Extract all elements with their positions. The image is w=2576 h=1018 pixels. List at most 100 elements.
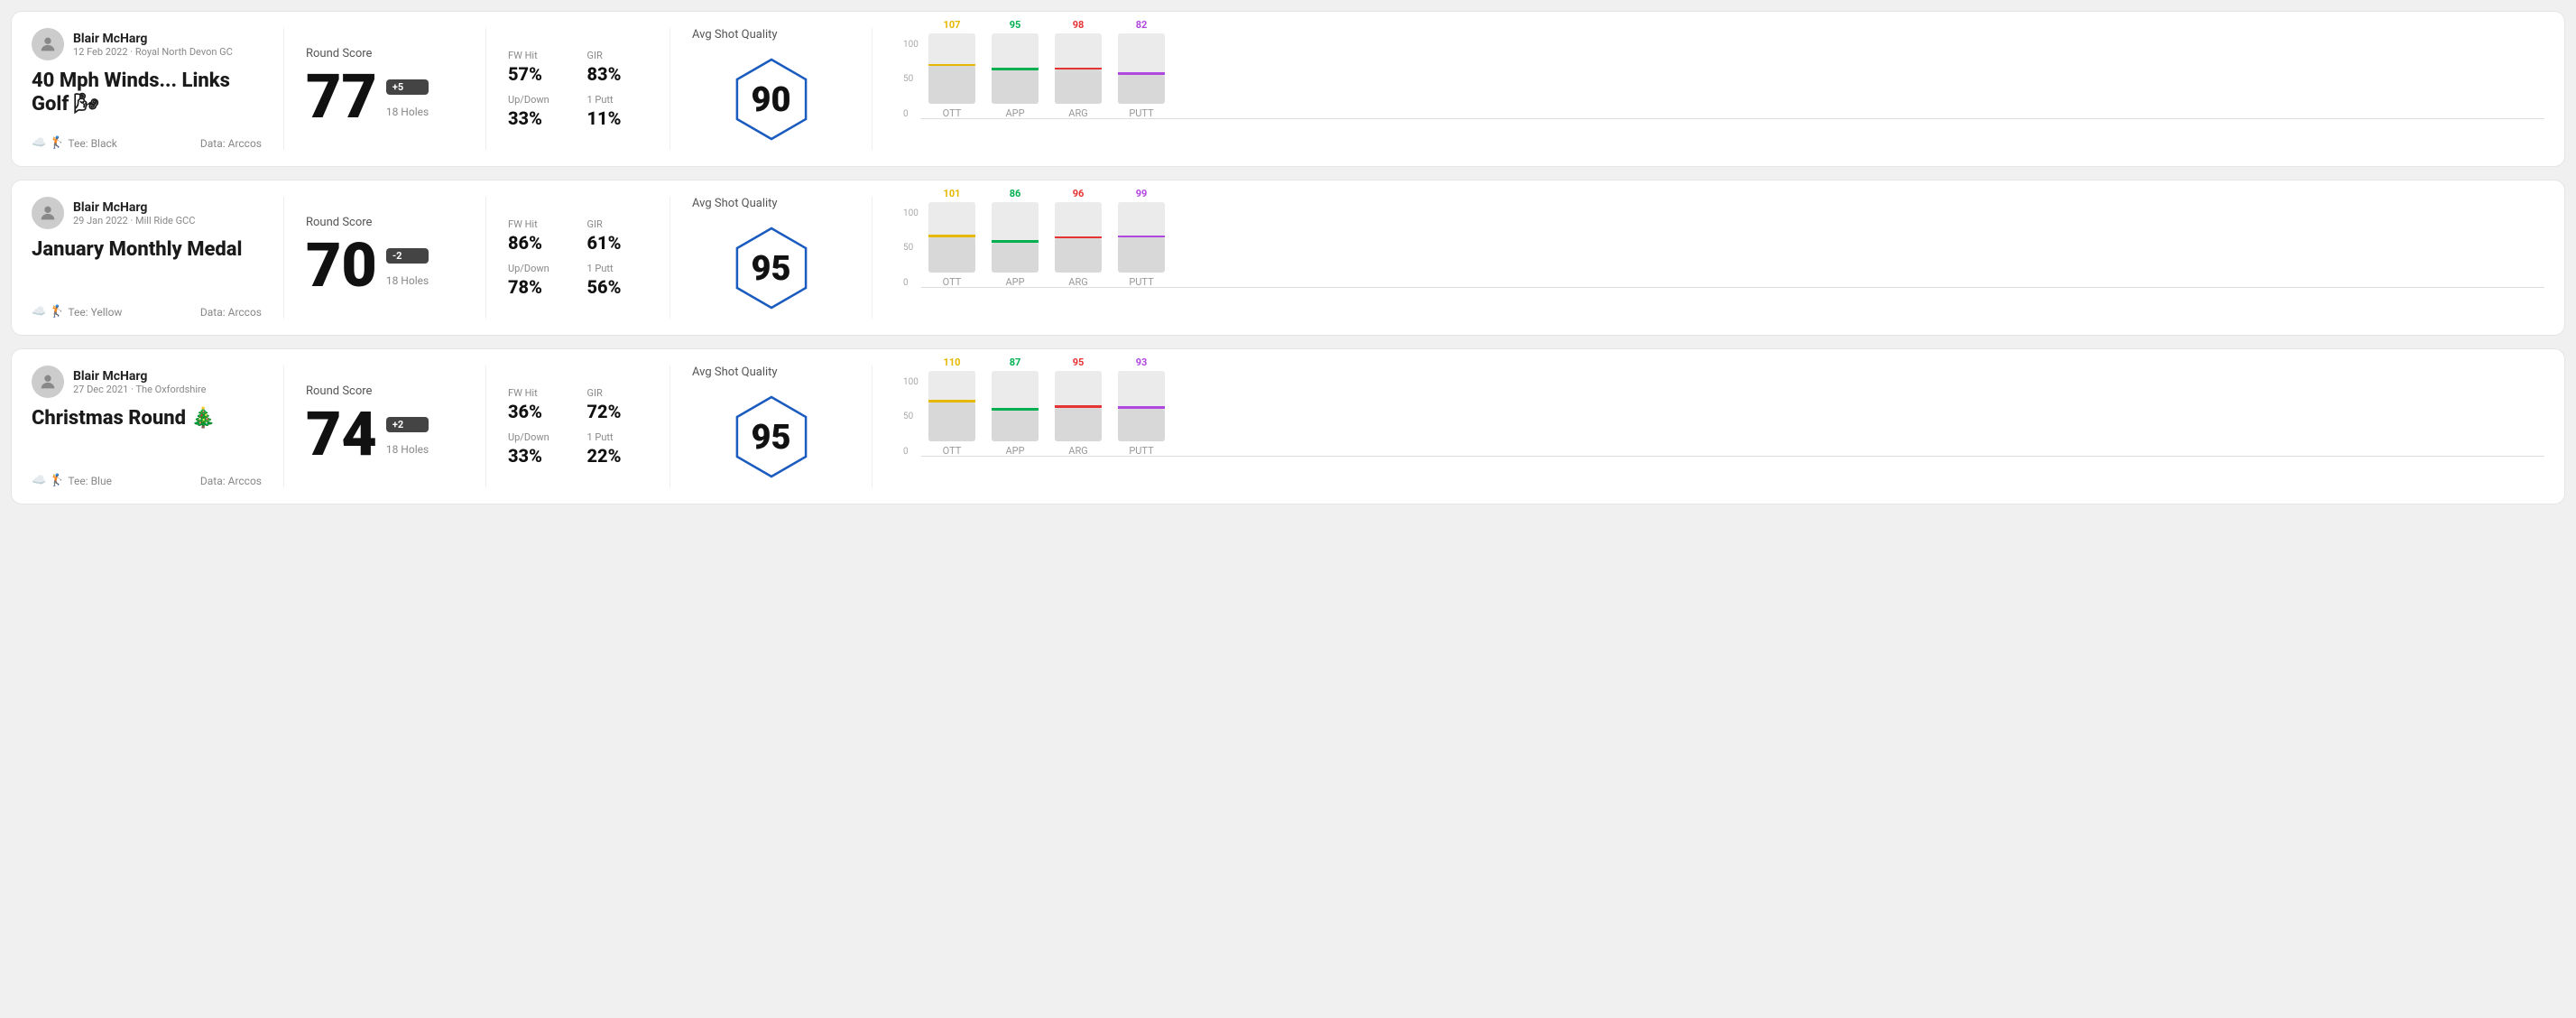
updown-stat: Up/Down 33%: [508, 94, 569, 129]
avatar: [32, 28, 64, 60]
quality-label: Avg Shot Quality: [692, 366, 778, 379]
fw-hit-stat: FW Hit 86%: [508, 218, 569, 254]
updown-label: Up/Down: [508, 431, 569, 443]
hexagon-container: 95: [726, 388, 817, 487]
weather-icon: ☁️: [32, 474, 46, 487]
round-score-label: Round Score: [306, 47, 464, 60]
card-stats: FW Hit 36% GIR 72% Up/Down 33% 1 Putt 22…: [508, 366, 670, 487]
round-card: Blair McHarg 29 Jan 2022 · Mill Ride GCC…: [11, 180, 2565, 336]
quality-score: 95: [751, 418, 790, 458]
round-card: Blair McHarg 12 Feb 2022 · Royal North D…: [11, 11, 2565, 167]
tee-info: ☁️ 🏌 Tee: Black: [32, 136, 117, 150]
round-title: 40 Mph Winds... Links Golf 🌬: [32, 69, 262, 117]
gir-value: 61%: [587, 232, 649, 254]
gir-stat: GIR 83%: [587, 50, 649, 85]
avatar: [32, 366, 64, 398]
gir-value: 72%: [587, 401, 649, 422]
card-footer: ☁️ 🏌 Tee: Yellow Data: Arccos: [32, 305, 262, 319]
weather-icon: ☁️: [32, 136, 46, 150]
score-number: 74: [306, 403, 377, 465]
oneputt-stat: 1 Putt 11%: [587, 94, 649, 129]
card-quality: Avg Shot Quality 95: [692, 197, 873, 319]
data-source: Data: Arccos: [200, 475, 262, 487]
oneputt-stat: 1 Putt 56%: [587, 263, 649, 298]
card-quality: Avg Shot Quality 90: [692, 28, 873, 150]
card-left: Blair McHarg 29 Jan 2022 · Mill Ride GCC…: [32, 197, 284, 319]
updown-stat: Up/Down 33%: [508, 431, 569, 467]
hexagon-container: 90: [726, 51, 817, 150]
gir-label: GIR: [587, 387, 649, 399]
card-stats: FW Hit 57% GIR 83% Up/Down 33% 1 Putt 11…: [508, 28, 670, 150]
card-score: Round Score 70 -2 18 Holes: [306, 197, 486, 319]
user-date-course: 12 Feb 2022 · Royal North Devon GC: [73, 46, 233, 58]
card-footer: ☁️ 🏌 Tee: Blue Data: Arccos: [32, 474, 262, 487]
card-score: Round Score 74 +2 18 Holes: [306, 366, 486, 487]
fw-hit-value: 86%: [508, 232, 569, 254]
score-number: 70: [306, 235, 377, 296]
updown-value: 33%: [508, 107, 569, 129]
score-row: 70 -2 18 Holes: [306, 235, 464, 296]
quality-label: Avg Shot Quality: [692, 28, 778, 42]
updown-stat: Up/Down 78%: [508, 263, 569, 298]
tee-label: Tee: Black: [68, 137, 116, 150]
card-chart: 100500 101 OTT 86 APP 96 ARG 99: [894, 197, 2544, 319]
avatar: [32, 197, 64, 229]
stats-grid: FW Hit 36% GIR 72% Up/Down 33% 1 Putt 22…: [508, 387, 648, 467]
gir-stat: GIR 61%: [587, 218, 649, 254]
weather-icon: ☁️: [32, 305, 46, 319]
oneputt-label: 1 Putt: [587, 94, 649, 106]
round-score-label: Round Score: [306, 216, 464, 229]
round-card: Blair McHarg 27 Dec 2021 · The Oxfordshi…: [11, 348, 2565, 504]
oneputt-value: 56%: [587, 276, 649, 298]
holes-label: 18 Holes: [386, 443, 429, 456]
updown-label: Up/Down: [508, 263, 569, 274]
fw-hit-stat: FW Hit 36%: [508, 387, 569, 422]
round-title: Christmas Round 🎄: [32, 407, 262, 430]
fw-hit-label: FW Hit: [508, 218, 569, 230]
quality-label: Avg Shot Quality: [692, 197, 778, 210]
score-badge: +2: [386, 417, 429, 432]
card-footer: ☁️ 🏌 Tee: Black Data: Arccos: [32, 136, 262, 150]
fw-hit-value: 36%: [508, 401, 569, 422]
fw-hit-label: FW Hit: [508, 387, 569, 399]
user-name: Blair McHarg: [73, 32, 233, 46]
card-stats: FW Hit 86% GIR 61% Up/Down 78% 1 Putt 56…: [508, 197, 670, 319]
updown-value: 78%: [508, 276, 569, 298]
fw-hit-stat: FW Hit 57%: [508, 50, 569, 85]
user-info: Blair McHarg 12 Feb 2022 · Royal North D…: [32, 28, 262, 60]
gir-value: 83%: [587, 63, 649, 85]
data-source: Data: Arccos: [200, 306, 262, 319]
card-chart: 100500 110 OTT 87 APP 95 ARG 93: [894, 366, 2544, 487]
fw-hit-value: 57%: [508, 63, 569, 85]
tee-label: Tee: Yellow: [68, 306, 122, 319]
score-row: 77 +5 18 Holes: [306, 66, 464, 127]
card-quality: Avg Shot Quality 95: [692, 366, 873, 487]
data-source: Data: Arccos: [200, 137, 262, 150]
oneputt-value: 11%: [587, 107, 649, 129]
holes-label: 18 Holes: [386, 274, 429, 287]
user-date-course: 27 Dec 2021 · The Oxfordshire: [73, 384, 206, 395]
card-score: Round Score 77 +5 18 Holes: [306, 28, 486, 150]
quality-score: 95: [751, 249, 790, 289]
stats-grid: FW Hit 86% GIR 61% Up/Down 78% 1 Putt 56…: [508, 218, 648, 298]
score-number: 77: [306, 66, 377, 127]
tee-label: Tee: Blue: [68, 475, 112, 487]
card-chart: 100500 107 OTT 95 APP 98 ARG 82: [894, 28, 2544, 150]
user-info: Blair McHarg 29 Jan 2022 · Mill Ride GCC: [32, 197, 262, 229]
oneputt-stat: 1 Putt 22%: [587, 431, 649, 467]
fw-hit-label: FW Hit: [508, 50, 569, 61]
hexagon-container: 95: [726, 219, 817, 319]
quality-score: 90: [751, 80, 790, 120]
user-name: Blair McHarg: [73, 200, 195, 215]
gir-stat: GIR 72%: [587, 387, 649, 422]
round-title: January Monthly Medal: [32, 238, 262, 262]
tee-info: ☁️ 🏌 Tee: Yellow: [32, 305, 122, 319]
updown-value: 33%: [508, 445, 569, 467]
holes-label: 18 Holes: [386, 106, 429, 118]
card-left: Blair McHarg 27 Dec 2021 · The Oxfordshi…: [32, 366, 284, 487]
card-left: Blair McHarg 12 Feb 2022 · Royal North D…: [32, 28, 284, 150]
score-badge: +5: [386, 79, 429, 95]
updown-label: Up/Down: [508, 94, 569, 106]
user-name: Blair McHarg: [73, 369, 206, 384]
score-badge: -2: [386, 248, 429, 264]
